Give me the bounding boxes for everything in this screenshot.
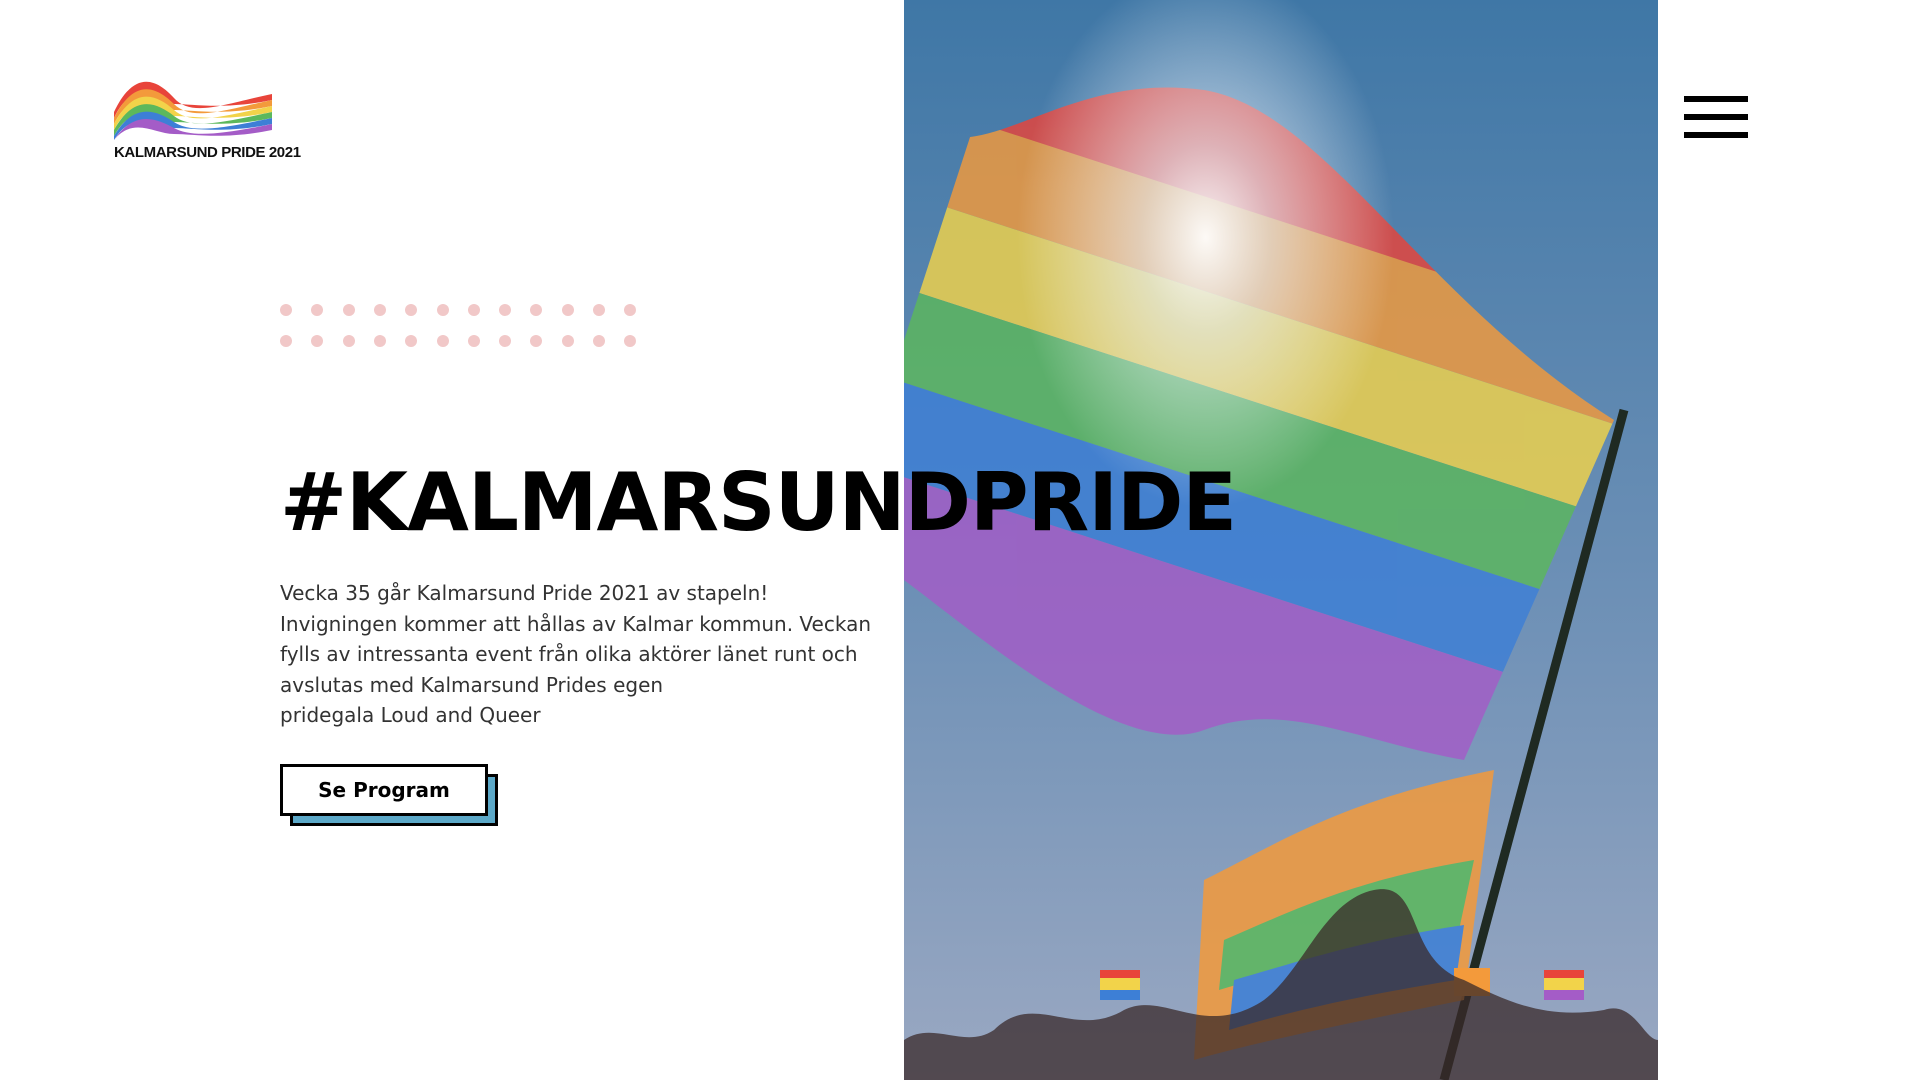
decorative-dot <box>436 335 449 347</box>
decorative-dot <box>561 335 574 347</box>
intro-line: pridegala Loud and Queer <box>280 703 541 727</box>
menu-bar <box>1684 96 1748 102</box>
decorative-dot <box>593 304 605 316</box>
decorative-dot <box>373 304 386 316</box>
decorative-dot <box>499 335 512 347</box>
page-title: #KALMARSUNDPRIDE <box>280 456 1237 549</box>
decorative-dot <box>530 304 543 316</box>
intro-line: Vecka 35 går Kalmarsund Pride 2021 av st… <box>280 581 769 605</box>
logo-text: KALMARSUND PRIDE 2021 <box>114 144 301 161</box>
intro-line: Invigningen kommer att hållas av Kalmar … <box>280 611 872 636</box>
menu-bar <box>1684 114 1748 120</box>
decorative-dot <box>499 304 512 316</box>
menu-bar <box>1684 132 1748 138</box>
decorative-dot <box>405 335 418 347</box>
decorative-dot <box>280 335 292 347</box>
decorative-dot <box>311 335 324 347</box>
logo[interactable]: KALMARSUND PRIDE 2021 <box>112 74 301 162</box>
decorative-dot <box>436 304 449 316</box>
program-button-wrapper[interactable]: Se Program <box>280 764 500 826</box>
intro-text: Vecka 35 går Kalmarsund Pride 2021 av st… <box>280 578 872 731</box>
decorative-dot <box>342 335 355 347</box>
decorative-dot <box>405 304 418 316</box>
intro-line: avslutas med Kalmarsund Prides egen <box>280 672 664 697</box>
decorative-dot <box>311 304 324 316</box>
decorative-dot <box>373 335 386 347</box>
intro-line: fylls av intressanta event från olika ak… <box>280 642 858 666</box>
rainbow-wave-icon <box>114 81 272 140</box>
decorative-dot <box>530 335 543 347</box>
decorative-dot <box>593 335 605 347</box>
decorative-dot <box>624 304 637 316</box>
decorative-dot <box>467 304 480 316</box>
hamburger-menu-icon[interactable] <box>1684 96 1748 138</box>
decorative-dot <box>280 304 292 316</box>
decorative-dot <box>342 304 355 316</box>
decorative-dot <box>624 335 637 347</box>
decorative-dot <box>561 304 574 316</box>
see-program-button[interactable]: Se Program <box>280 764 488 816</box>
decorative-dot <box>467 335 480 347</box>
